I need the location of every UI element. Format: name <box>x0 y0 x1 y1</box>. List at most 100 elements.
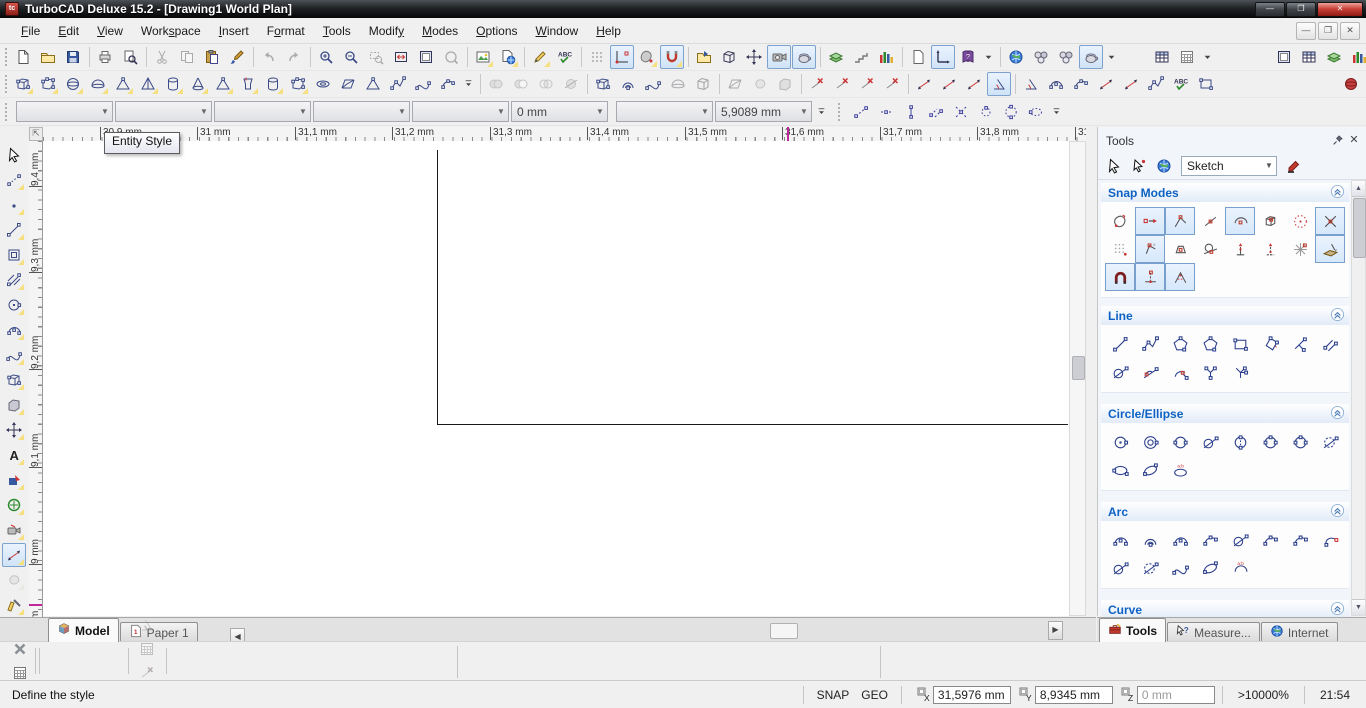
leader-dim-icon[interactable] <box>1144 72 1168 96</box>
pyramid-3d-icon[interactable] <box>136 72 160 96</box>
minimize-button[interactable]: — <box>1255 2 1285 17</box>
sphere-3d-icon[interactable] <box>61 72 85 96</box>
line-polygon-icon[interactable] <box>1165 330 1195 358</box>
arc-tan-line-icon[interactable] <box>1135 554 1165 582</box>
drawing-line-vertical[interactable] <box>437 150 438 424</box>
spline-tool-icon[interactable] <box>2 343 26 367</box>
snap-tangent-icon[interactable] <box>1195 235 1225 263</box>
tolerance-dim-icon[interactable]: ABC <box>1169 72 1193 96</box>
snap-aperture-icon[interactable] <box>1165 263 1195 291</box>
text-height-combo[interactable]: 5,9089 mm ▼ <box>715 101 812 122</box>
arc-center-radius-icon[interactable] <box>1105 526 1135 554</box>
wedge-3d-icon[interactable] <box>111 72 135 96</box>
render-view-icon[interactable] <box>792 45 816 69</box>
snap-grid-point-icon[interactable] <box>1285 207 1315 235</box>
delete-vertex-icon[interactable] <box>855 72 879 96</box>
snap-vertex-icon[interactable] <box>1165 207 1195 235</box>
snap-vertical-icon[interactable] <box>1225 235 1255 263</box>
ellipse-icon[interactable] <box>1105 456 1135 484</box>
line-rectangle-icon[interactable] <box>1225 330 1255 358</box>
toolbar-overflow-icon[interactable] <box>814 100 829 124</box>
canvas-vertical-scrollbar[interactable] <box>1069 141 1086 616</box>
coordinate-axes-icon[interactable] <box>610 45 634 69</box>
mdi-close-button[interactable]: ✕ <box>1340 22 1360 40</box>
snap-face-icon[interactable] <box>1165 235 1195 263</box>
toolbar-grip[interactable] <box>5 48 7 66</box>
no-snap-icon[interactable] <box>1105 207 1135 235</box>
materials-icon[interactable] <box>1054 45 1078 69</box>
polyline-3d-icon[interactable] <box>386 72 410 96</box>
pin-icon[interactable] <box>1330 134 1346 148</box>
ellipse-fixed-ratio-icon[interactable]: a:b <box>1165 456 1195 484</box>
vertical-ruler[interactable]: 9,4 mm9,3 mm9,2 mm9,1 mm9 mm8,9 mm <box>29 141 43 640</box>
snap-ortho-icon[interactable] <box>1135 263 1165 291</box>
scroll-up-arrow[interactable]: ▲ <box>1352 181 1365 197</box>
close-button[interactable]: ✕ <box>1317 2 1363 17</box>
line-single-icon[interactable] <box>1105 330 1135 358</box>
zoom-full-view-icon[interactable] <box>414 45 438 69</box>
line-tangent-arc-icon[interactable] <box>1105 358 1135 386</box>
toolbar-grip[interactable] <box>5 75 7 93</box>
hatch-tool-icon[interactable] <box>2 268 26 292</box>
line-branch-icon[interactable] <box>1195 358 1225 386</box>
pan-view-icon[interactable] <box>742 45 766 69</box>
select-parallel-icon[interactable] <box>924 100 948 124</box>
snap-intersection-icon[interactable] <box>1315 207 1345 235</box>
mdi-minimize-button[interactable]: — <box>1296 22 1316 40</box>
line-arc-tangent-icon[interactable] <box>1165 358 1195 386</box>
arc-concentric-icon[interactable] <box>1135 526 1165 554</box>
circle-double-point-icon[interactable] <box>1165 428 1195 456</box>
select-cross-icon[interactable] <box>949 100 973 124</box>
delete-edge-icon[interactable] <box>830 72 854 96</box>
tab-scroll-right-arrow[interactable]: ▶ <box>1048 621 1063 640</box>
circle-center-radius-icon[interactable] <box>1105 428 1135 456</box>
named-views-icon[interactable] <box>1297 45 1321 69</box>
datum-dim-icon[interactable] <box>1194 72 1218 96</box>
arc-start-end-icon[interactable] <box>1315 526 1345 554</box>
pen-pattern-combo[interactable]: ▼ <box>214 101 311 122</box>
snap-nearest-icon[interactable] <box>1135 207 1165 235</box>
pen-width-combo[interactable]: 0 mm ▼ <box>511 101 608 122</box>
arc-rotated-icon[interactable] <box>1195 554 1225 582</box>
select-tool-icon[interactable] <box>2 143 26 167</box>
dimension-tool-icon[interactable] <box>2 543 26 567</box>
box-3d-tool-icon[interactable] <box>2 368 26 392</box>
menu-workspace[interactable]: Workspace <box>132 20 210 42</box>
collapse-section-icon[interactable] <box>1330 601 1345 619</box>
delete-feature-icon[interactable] <box>880 72 904 96</box>
circle-tangent-line-icon[interactable] <box>1195 428 1225 456</box>
select-segment-icon[interactable] <box>874 100 898 124</box>
close-inspector-icon[interactable] <box>8 637 32 661</box>
web-render-icon[interactable] <box>1004 45 1028 69</box>
snap-construction-icon[interactable] <box>1285 235 1315 263</box>
angle-tool-icon[interactable] <box>1019 72 1043 96</box>
palette-web-icon[interactable] <box>1152 154 1176 178</box>
print-icon[interactable] <box>93 45 117 69</box>
collapse-section-icon[interactable] <box>1330 503 1345 521</box>
zoom-in-icon[interactable] <box>314 45 338 69</box>
maximize-button[interactable]: ❐ <box>1286 2 1316 17</box>
sketch-pen-icon[interactable] <box>528 45 552 69</box>
insert-picture-icon[interactable] <box>471 45 495 69</box>
line-polyline-icon[interactable] <box>1135 330 1165 358</box>
dimension-vertical-icon[interactable] <box>937 72 961 96</box>
toolbar-grip[interactable] <box>838 102 845 121</box>
menu-insert[interactable]: Insert <box>210 20 258 42</box>
select-edge-icon[interactable] <box>849 100 873 124</box>
collapse-section-icon[interactable] <box>1330 307 1345 325</box>
ruler-origin-button[interactable]: ⇱ <box>29 127 43 141</box>
render-scene-icon[interactable] <box>1079 45 1103 69</box>
revolve-icon[interactable] <box>616 72 640 96</box>
selection-grid-icon[interactable] <box>1150 45 1174 69</box>
arc-1-3-2-icon[interactable] <box>1285 526 1315 554</box>
property-table-icon[interactable] <box>1175 45 1199 69</box>
circle-3-point-icon[interactable] <box>1255 428 1285 456</box>
new-file-icon[interactable] <box>11 45 35 69</box>
pour-3d-icon[interactable] <box>236 72 260 96</box>
drawing-line-horizontal[interactable] <box>437 424 1068 425</box>
style-selector-combo[interactable]: Sketch ▼ <box>1181 155 1277 176</box>
dimension-angular-icon[interactable] <box>987 72 1011 96</box>
visual-styles-icon[interactable] <box>824 45 848 69</box>
more-render-icon[interactable] <box>1104 45 1119 69</box>
line-branch-2-icon[interactable] <box>1225 358 1255 386</box>
